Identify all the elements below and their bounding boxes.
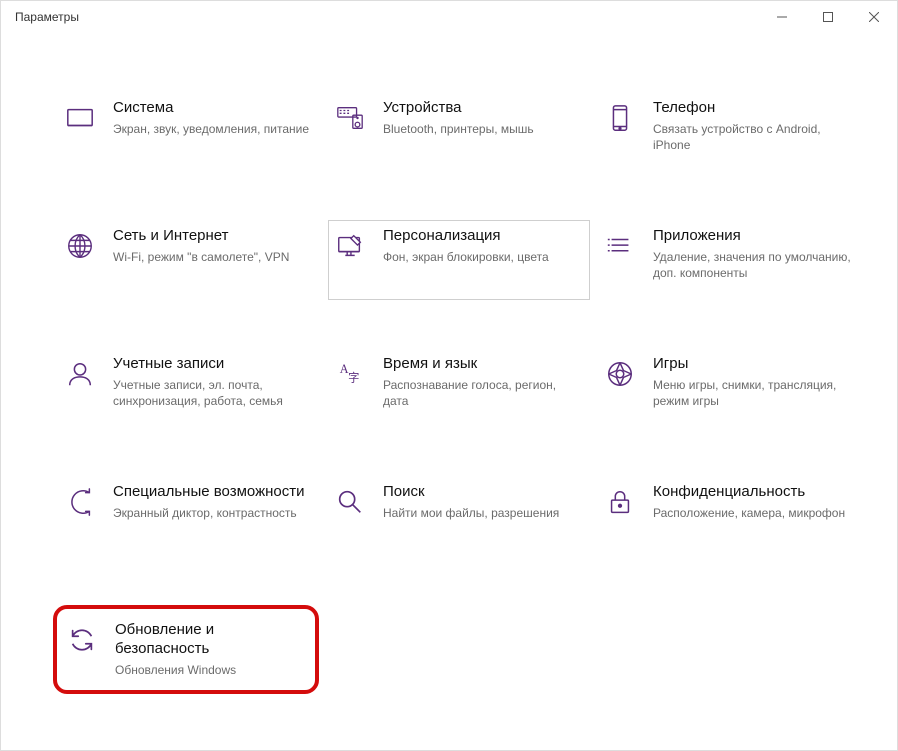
tile-title: Персонализация [383,227,581,246]
tile-title: Поиск [383,483,581,502]
settings-grid: Система Экран, звук, уведомления, питани… [59,93,847,694]
update-icon [65,623,99,657]
tile-title: Время и язык [383,355,581,374]
tile-desc: Учетные записи, эл. почта, синхронизация… [113,377,311,409]
time-language-icon: A 字 [333,357,367,391]
personalization-icon [333,229,367,263]
tile-desc: Обновления Windows [115,662,303,678]
tile-title: Приложения [653,227,851,246]
gaming-icon [603,357,637,391]
tile-title: Система [113,99,311,118]
maximize-button[interactable] [805,1,851,33]
window-titlebar: Параметры [1,1,897,33]
tile-title: Учетные записи [113,355,311,374]
tile-title: Игры [653,355,851,374]
tile-title: Обновление и безопасность [115,621,303,659]
close-button[interactable] [851,1,897,33]
phone-icon [603,101,637,135]
apps-icon [603,229,637,263]
tile-devices[interactable]: Устройства Bluetooth, принтеры, мышь [329,93,589,171]
tile-desc: Фон, экран блокировки, цвета [383,249,581,265]
tile-desc: Найти мои файлы, разрешения [383,505,581,521]
tile-desc: Экранный диктор, контрастность [113,505,311,521]
tile-search[interactable]: Поиск Найти мои файлы, разрешения [329,477,589,555]
tile-title: Сеть и Интернет [113,227,311,246]
tile-desc: Bluetooth, принтеры, мышь [383,121,581,137]
svg-text:字: 字 [348,371,359,385]
ease-of-access-icon [63,485,97,519]
tile-apps[interactable]: Приложения Удаление, значения по умолчан… [599,221,859,299]
tile-system[interactable]: Система Экран, звук, уведомления, питани… [59,93,319,171]
tile-network[interactable]: Сеть и Интернет Wi-Fi, режим "в самолете… [59,221,319,299]
settings-content: Система Экран, звук, уведомления, питани… [1,33,897,694]
search-icon [333,485,367,519]
tile-ease-of-access[interactable]: Специальные возможности Экранный диктор,… [59,477,319,555]
devices-icon [333,101,367,135]
window-controls [759,1,897,33]
tile-gaming[interactable]: Игры Меню игры, снимки, трансляция, режи… [599,349,859,427]
tile-title: Специальные возможности [113,483,311,502]
minimize-button[interactable] [759,1,805,33]
tile-privacy[interactable]: Конфиденциальность Расположение, камера,… [599,477,859,555]
tile-title: Устройства [383,99,581,118]
tile-desc: Связать устройство с Android, iPhone [653,121,851,153]
tile-desc: Меню игры, снимки, трансляция, режим игр… [653,377,851,409]
tile-desc: Wi-Fi, режим "в самолете", VPN [113,249,311,265]
tile-desc: Распознавание голоса, регион, дата [383,377,581,409]
tile-title: Телефон [653,99,851,118]
system-icon [63,101,97,135]
tile-desc: Удаление, значения по умолчанию, доп. ко… [653,249,851,281]
tile-time-language[interactable]: A 字 Время и язык Распознавание голоса, р… [329,349,589,427]
tile-desc: Расположение, камера, микрофон [653,505,851,521]
tile-title: Конфиденциальность [653,483,851,502]
tile-desc: Экран, звук, уведомления, питание [113,121,311,137]
globe-icon [63,229,97,263]
accounts-icon [63,357,97,391]
tile-personalization[interactable]: Персонализация Фон, экран блокировки, цв… [329,221,589,299]
lock-icon [603,485,637,519]
tile-update-security[interactable]: Обновление и безопасность Обновления Win… [53,605,319,694]
tile-phone[interactable]: Телефон Связать устройство с Android, iP… [599,93,859,171]
window-title: Параметры [15,10,79,24]
tile-accounts[interactable]: Учетные записи Учетные записи, эл. почта… [59,349,319,427]
